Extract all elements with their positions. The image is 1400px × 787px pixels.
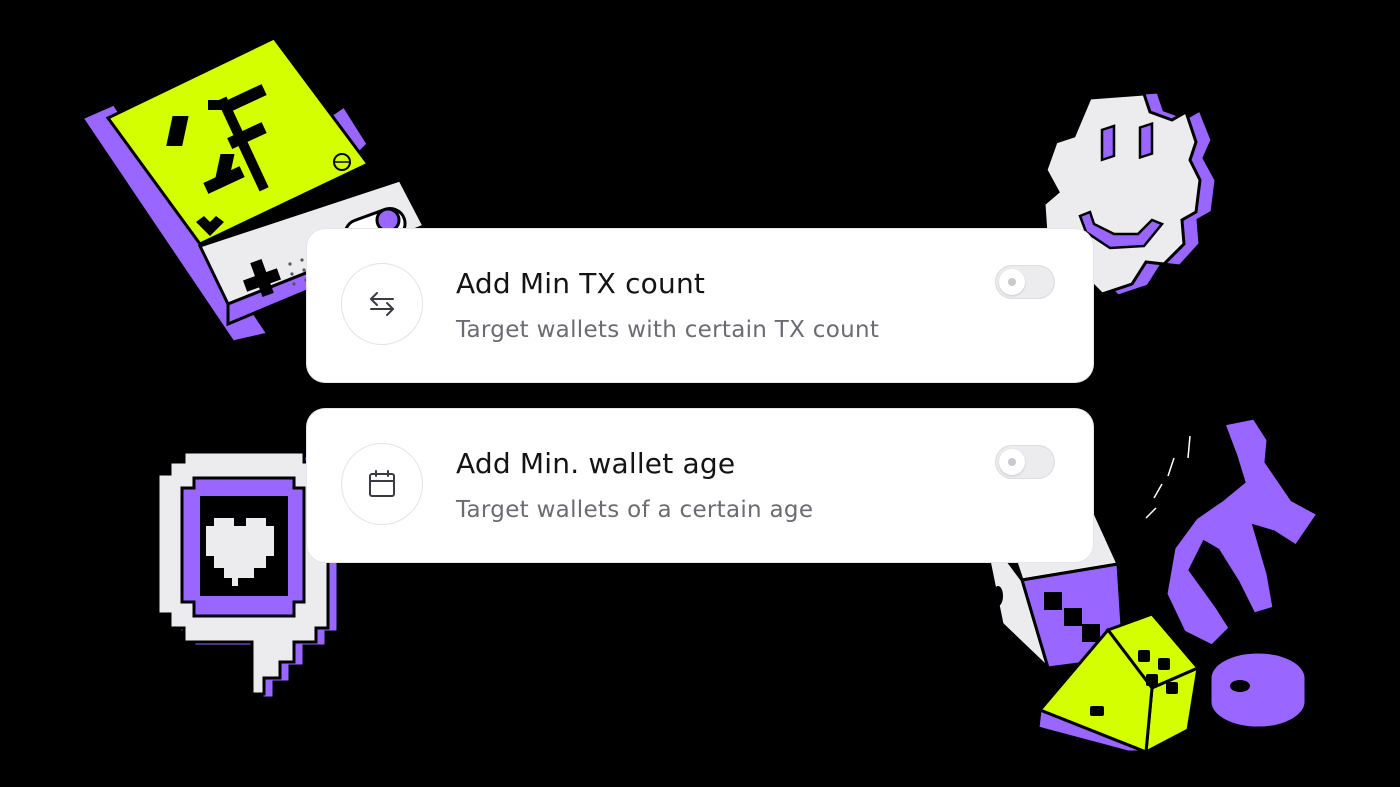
icon-circle [341, 443, 423, 525]
toggle-knob [999, 269, 1025, 295]
setting-description: Target wallets of a certain age [456, 497, 814, 523]
min-tx-count-toggle[interactable] [995, 265, 1055, 299]
setting-card-min-wallet-age: Add Min. wallet age Target wallets of a … [307, 409, 1093, 562]
setting-title: Add Min TX count [456, 267, 706, 300]
setting-title: Add Min. wallet age [456, 447, 736, 480]
promo-canvas: Add Min TX count Target wallets with cer… [0, 0, 1400, 787]
min-wallet-age-toggle[interactable] [995, 445, 1055, 479]
icon-circle [341, 263, 423, 345]
calendar-icon [369, 470, 395, 497]
toggle-knob [999, 449, 1025, 475]
arrows-swap-icon [370, 292, 394, 316]
setting-card-min-tx-count: Add Min TX count Target wallets with cer… [307, 229, 1093, 382]
setting-description: Target wallets with certain TX count [456, 317, 880, 343]
